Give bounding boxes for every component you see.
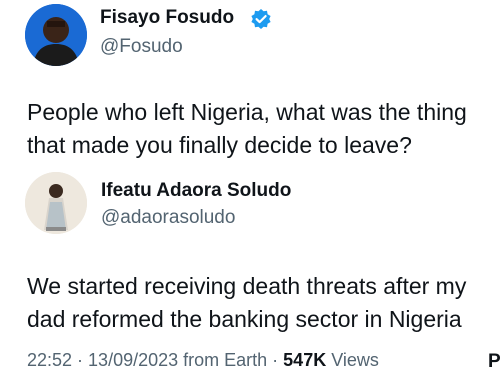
- views-count[interactable]: 547K: [283, 350, 326, 370]
- tweet-source: from Earth: [178, 350, 268, 370]
- cut-off-text: P: [488, 351, 501, 372]
- avatar[interactable]: [25, 4, 87, 66]
- meta-separator: ·: [267, 350, 284, 370]
- quoted-text-line: dad reformed the banking sector in Niger…: [27, 306, 462, 332]
- quoted-avatar[interactable]: [25, 172, 87, 234]
- quoted-author-name[interactable]: Ifeatu Adaora Soludo: [101, 180, 291, 202]
- quoted-text-line: We started receiving death threats after…: [27, 273, 467, 299]
- author-handle[interactable]: @Fosudo: [100, 36, 183, 58]
- views-label: Views: [326, 350, 379, 370]
- quoted-author-handle[interactable]: @adaorasoludo: [101, 207, 235, 229]
- verified-badge-icon: [251, 9, 271, 29]
- tweet-text-line: that made you finally decide to leave?: [27, 132, 412, 158]
- author-name[interactable]: Fisayo Fosudo: [100, 7, 234, 29]
- tweet-text-line: People who left Nigeria, what was the th…: [27, 99, 467, 125]
- meta-separator: ·: [72, 350, 89, 370]
- tweet-date[interactable]: 13/09/2023: [88, 350, 178, 370]
- tweet-card: Fisayo Fosudo @Fosudo People who left Ni…: [0, 0, 501, 377]
- tweet-time[interactable]: 22:52: [27, 350, 72, 370]
- avatar-photo-quoted: [25, 172, 87, 234]
- tweet-meta: 22:52 · 13/09/2023 from Earth · 547K Vie…: [27, 350, 379, 371]
- avatar-photo-main: [25, 4, 87, 66]
